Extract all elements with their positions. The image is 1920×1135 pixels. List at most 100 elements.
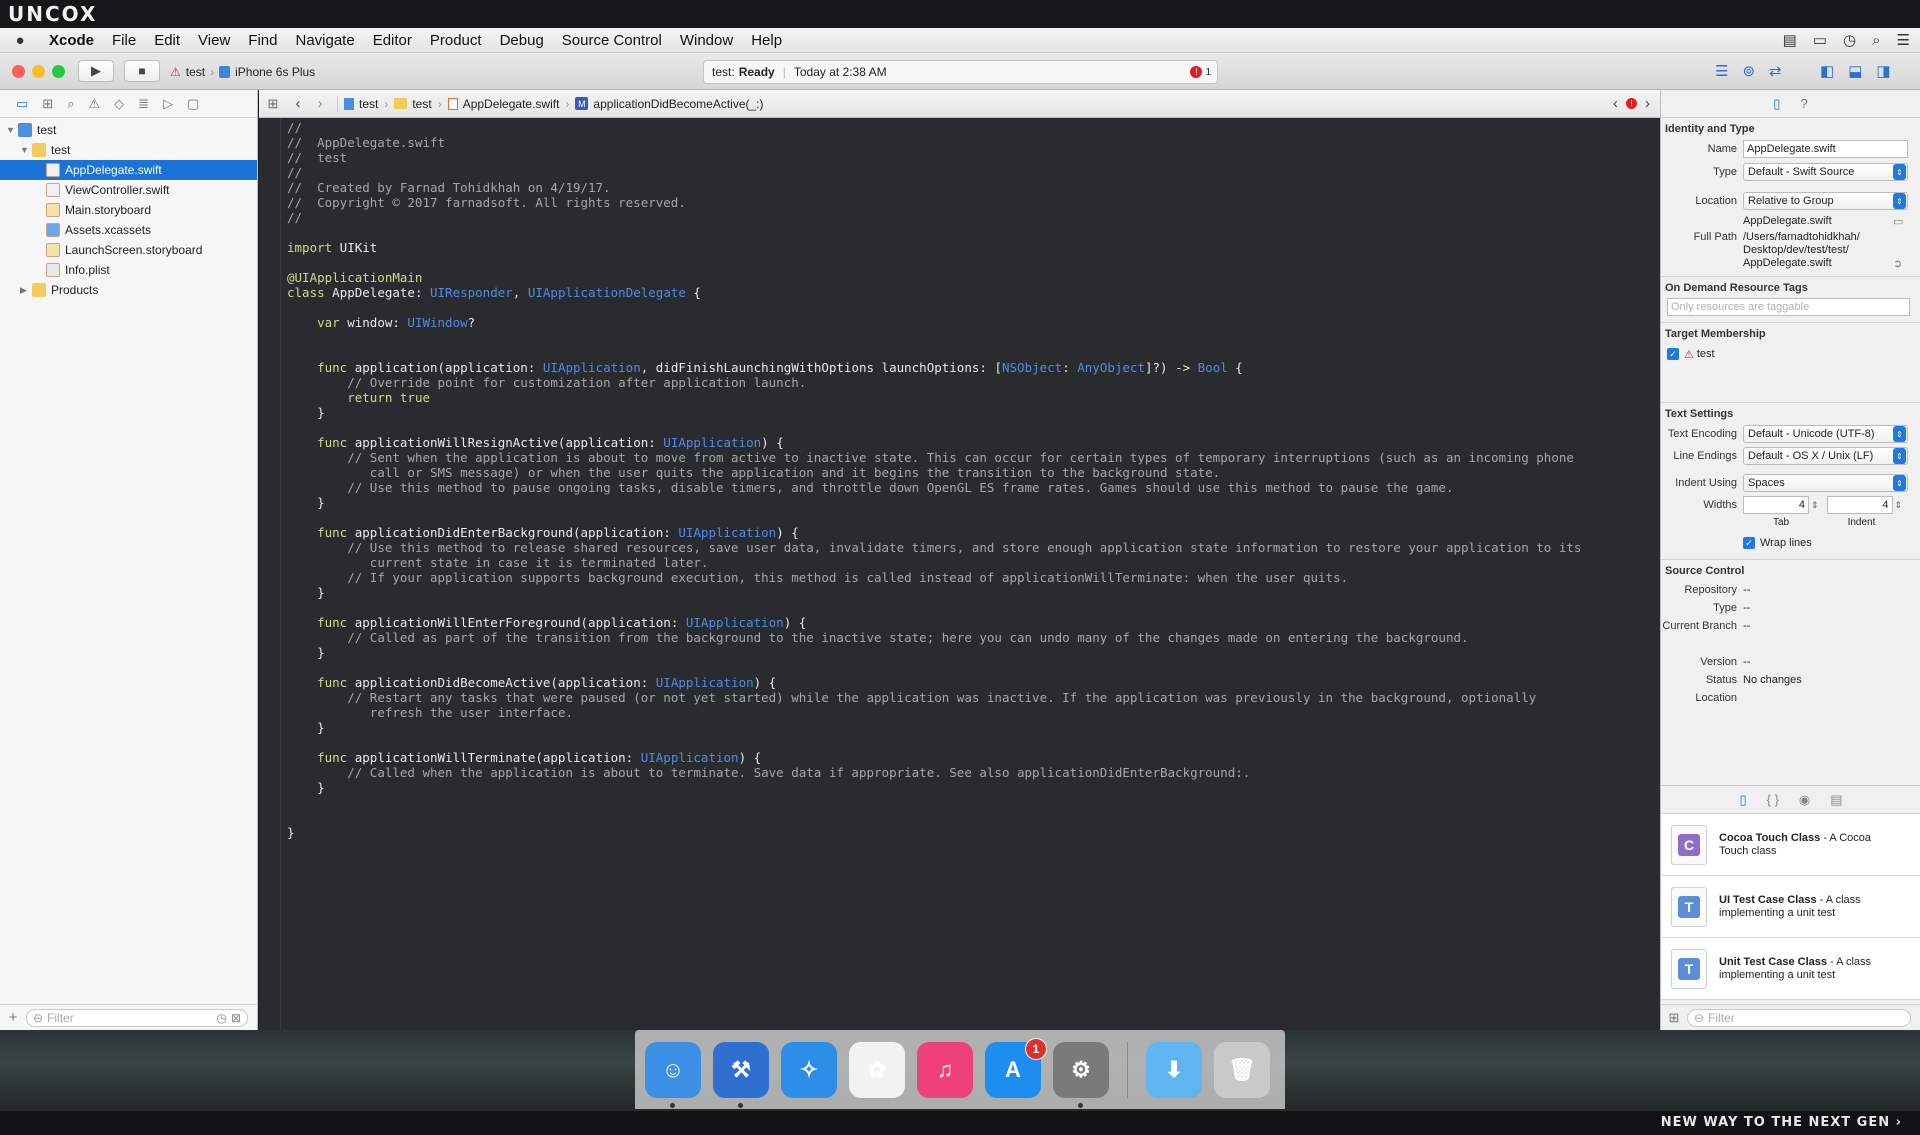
line-endings-popup[interactable]: Default - OS X / Unix (LF) ⇕ xyxy=(1743,447,1908,465)
media-library-icon[interactable]: ▤ xyxy=(1830,792,1842,808)
object-library-icon[interactable]: ◉ xyxy=(1799,792,1810,808)
trash-icon[interactable]: 🗑 xyxy=(1214,1041,1270,1098)
apple-icon[interactable]: ● xyxy=(0,32,40,49)
location-popup[interactable]: Relative to Group ⇕ xyxy=(1743,192,1908,210)
grid-view-icon[interactable]: ⊞ xyxy=(1661,1010,1687,1026)
flag-icon[interactable]: ▤ xyxy=(1783,31,1797,49)
menu-item-file[interactable]: File xyxy=(103,32,145,49)
crumb-project[interactable]: test xyxy=(359,97,378,111)
error-icon[interactable]: ! xyxy=(1626,98,1637,109)
notification-center-icon[interactable]: ☰ xyxy=(1897,31,1910,49)
add-icon[interactable]: + xyxy=(0,1009,26,1026)
library-item[interactable]: C Cocoa Touch Class - A Cocoa Touch class xyxy=(1661,814,1920,876)
type-popup[interactable]: Default - Swift Source ⇕ xyxy=(1743,163,1908,181)
folder-icon[interactable]: ▭ xyxy=(1893,215,1903,228)
related-items-icon[interactable]: ⊞ xyxy=(259,96,287,112)
back-icon[interactable]: ‹ xyxy=(287,95,309,112)
name-field[interactable]: AppDelegate.swift xyxy=(1743,140,1908,158)
menu-item-view[interactable]: View xyxy=(189,32,239,49)
system-preferences-icon[interactable]: ⚙ xyxy=(1053,1041,1109,1108)
file-row[interactable]: Info.plist xyxy=(0,260,257,280)
disclosure-open-icon[interactable]: ▼ xyxy=(20,145,32,155)
menu-item-navigate[interactable]: Navigate xyxy=(286,32,363,49)
recent-filter-icon[interactable]: ◷ xyxy=(216,1011,226,1025)
group-row[interactable]: ▼ test xyxy=(0,140,257,160)
products-row[interactable]: ▶ Products xyxy=(0,280,257,300)
library-item[interactable]: T Unit Test Case Class - A class implemen… xyxy=(1661,938,1920,1000)
stepper-icon[interactable]: ⇕ xyxy=(1811,500,1819,511)
project-row[interactable]: ▼ test xyxy=(0,120,257,140)
navigator-toggle-icon[interactable]: ◧ xyxy=(1820,62,1834,80)
checkbox-checked-icon[interactable]: ✓ xyxy=(1743,537,1755,549)
xcode-icon[interactable]: ⚒ xyxy=(713,1041,769,1108)
menu-item-source-control[interactable]: Source Control xyxy=(553,32,671,49)
finder-icon[interactable]: ☺ xyxy=(645,1041,701,1108)
clock-icon[interactable]: ◷ xyxy=(1843,31,1856,49)
next-issue-icon[interactable]: › xyxy=(1645,95,1650,112)
menu-item-help[interactable]: Help xyxy=(742,32,791,49)
debug-area-toggle-icon[interactable]: ⬓ xyxy=(1848,62,1862,80)
code-snippet-library-icon[interactable]: { } xyxy=(1767,792,1779,807)
stop-button[interactable]: ■ xyxy=(124,60,160,82)
run-button[interactable]: ▶ xyxy=(78,60,114,82)
safari-icon[interactable]: ✧ xyxy=(781,1041,837,1098)
reveal-in-finder-icon[interactable]: ➲ xyxy=(1893,257,1902,270)
indent-using-popup[interactable]: Spaces ⇕ xyxy=(1743,474,1908,492)
standard-editor-icon[interactable]: ☰ xyxy=(1715,62,1728,80)
crumb-group[interactable]: test xyxy=(412,97,431,111)
menu-item-product[interactable]: Product xyxy=(421,32,491,49)
utilities-toggle-icon[interactable]: ◨ xyxy=(1876,62,1890,80)
debug-navigator-icon[interactable]: ≣ xyxy=(138,96,149,112)
menu-item-find[interactable]: Find xyxy=(239,32,286,49)
library-item[interactable]: T UI Test Case Class - A class implementi… xyxy=(1661,876,1920,938)
minimize-window-button[interactable] xyxy=(32,65,45,78)
breakpoint-navigator-icon[interactable]: ▷ xyxy=(163,96,173,112)
warning-icon[interactable]: ⚠ xyxy=(88,96,100,112)
resource-tags-field[interactable]: Only resources are taggable xyxy=(1667,298,1910,316)
tab-width-field[interactable]: 4 xyxy=(1743,496,1809,514)
disclosure-open-icon[interactable]: ▼ xyxy=(6,125,18,135)
quick-help-icon[interactable]: ? xyxy=(1800,96,1807,111)
itunes-icon[interactable]: ♫ xyxy=(917,1041,973,1098)
downloads-icon[interactable]: ⬇ xyxy=(1146,1041,1202,1098)
stepper-icon[interactable]: ⇕ xyxy=(1895,500,1903,511)
crumb-method[interactable]: applicationDidBecomeActive(_:) xyxy=(593,97,763,111)
encoding-popup[interactable]: Default - Unicode (UTF-8) ⇕ xyxy=(1743,425,1908,443)
menu-item-window[interactable]: Window xyxy=(671,32,742,49)
file-template-library-icon[interactable]: ▯ xyxy=(1739,792,1746,808)
search-icon[interactable]: ⌕ xyxy=(1872,32,1880,49)
file-inspector-icon[interactable]: ▯ xyxy=(1773,96,1780,112)
menu-item-debug[interactable]: Debug xyxy=(491,32,553,49)
photos-icon[interactable]: ✿ xyxy=(849,1041,905,1098)
library-filter-field[interactable]: ⊖ Filter xyxy=(1687,1008,1911,1027)
navigator-filter-field[interactable]: ⊖ Filter ◷ ⊠ xyxy=(26,1008,248,1027)
previous-issue-icon[interactable]: ‹ xyxy=(1613,95,1618,112)
display-icon[interactable]: ▭ xyxy=(1813,31,1827,49)
menu-item-editor[interactable]: Editor xyxy=(364,32,421,49)
zoom-window-button[interactable] xyxy=(52,65,65,78)
crumb-file[interactable]: AppDelegate.swift xyxy=(463,97,560,111)
menu-item-edit[interactable]: Edit xyxy=(145,32,189,49)
close-window-button[interactable] xyxy=(12,65,25,78)
forward-icon[interactable]: › xyxy=(309,95,331,112)
scheme-selector[interactable]: ⚠ test › iPhone 6s Plus xyxy=(170,62,315,82)
version-editor-icon[interactable]: ⇄ xyxy=(1769,62,1782,80)
file-row[interactable]: Main.storyboard xyxy=(0,200,257,220)
search-icon[interactable]: ⌕ xyxy=(67,96,74,112)
menu-item-xcode[interactable]: Xcode xyxy=(40,32,103,49)
checkbox-checked-icon[interactable]: ✓ xyxy=(1667,348,1679,360)
file-row[interactable]: ViewController.swift xyxy=(0,180,257,200)
file-row[interactable]: AppDelegate.swift xyxy=(0,160,257,180)
file-row[interactable]: LaunchScreen.storyboard xyxy=(0,240,257,260)
file-row[interactable]: Assets.xcassets xyxy=(0,220,257,240)
symbol-navigator-icon[interactable]: ⊞ xyxy=(42,96,53,112)
folder-icon[interactable]: ▭ xyxy=(16,96,28,112)
indent-width-field[interactable]: 4 xyxy=(1826,496,1893,514)
test-navigator-icon[interactable]: ◇ xyxy=(114,96,124,112)
issue-indicator[interactable]: ! 1 xyxy=(1190,66,1211,78)
report-navigator-icon[interactable]: ▢ xyxy=(187,96,199,112)
scm-filter-icon[interactable]: ⊠ xyxy=(231,1011,241,1025)
disclosure-closed-icon[interactable]: ▶ xyxy=(20,285,32,296)
assistant-editor-icon[interactable]: ⊚ xyxy=(1742,62,1755,80)
app-store-icon[interactable]: A1 xyxy=(985,1037,1047,1098)
